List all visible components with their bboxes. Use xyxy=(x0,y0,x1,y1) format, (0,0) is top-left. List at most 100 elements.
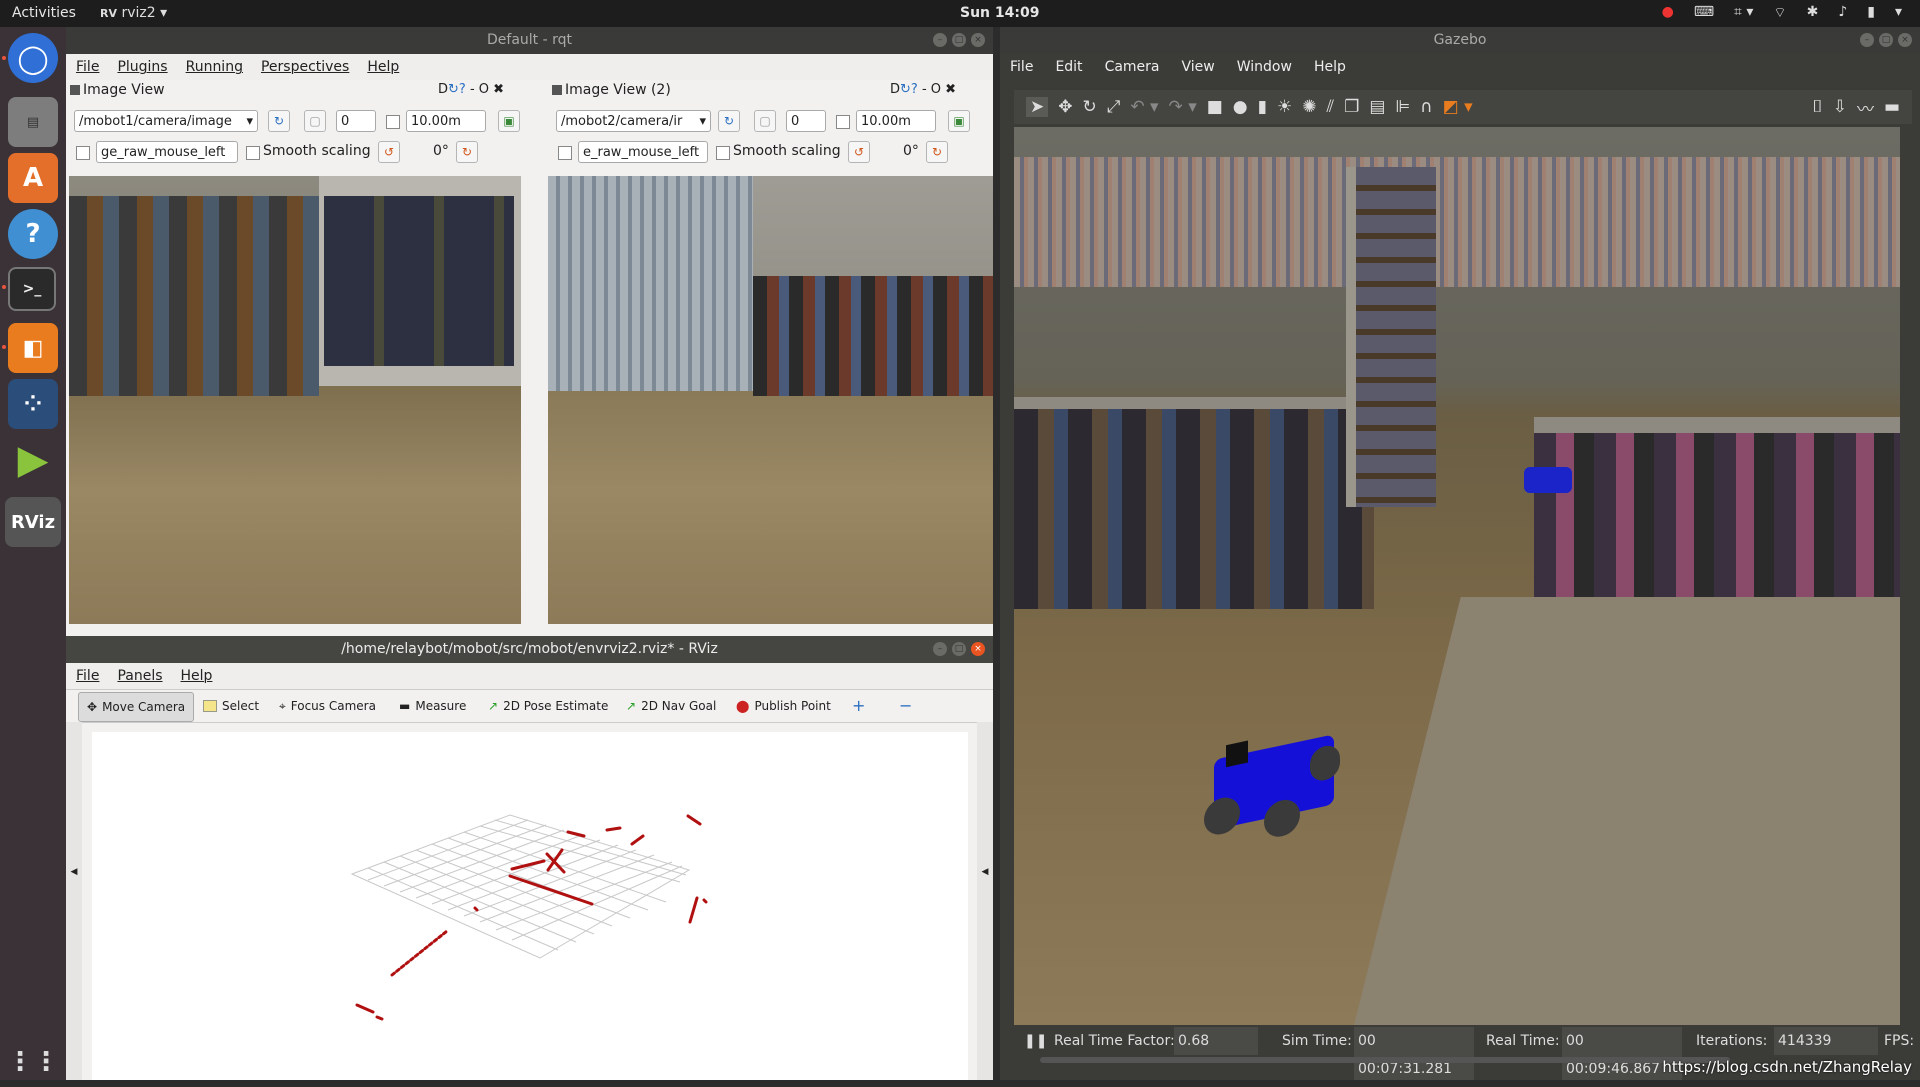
rviz-icon[interactable]: RViz xyxy=(5,497,61,547)
rviz-titlebar[interactable]: /home/relaybot/mobot/src/mobot/envrviz2.… xyxy=(66,636,993,663)
options-icon[interactable]: - O xyxy=(470,82,489,97)
rotate-left-button[interactable]: ↺ xyxy=(378,141,400,163)
range-field[interactable]: 10.00m xyxy=(856,110,936,132)
topic-combo[interactable]: /mobot2/camera/ir ▾ xyxy=(556,110,711,132)
blender-icon[interactable]: ◧ xyxy=(8,323,58,373)
files-icon[interactable]: ▤ xyxy=(8,97,58,147)
move-camera-tool[interactable]: ✥ Move Camera xyxy=(78,692,195,722)
menu-help[interactable]: Help xyxy=(367,54,399,80)
remove-tool-button[interactable]: − xyxy=(899,692,912,720)
maximize-button[interactable]: □ xyxy=(952,33,966,47)
copy-icon[interactable]: ❐ xyxy=(1344,97,1359,117)
close-button[interactable]: × xyxy=(971,642,985,656)
power-menu-icon[interactable]: ▾ xyxy=(1895,4,1902,22)
redo-icon[interactable]: ↷ ▾ xyxy=(1169,97,1197,117)
gazebo-3d-scene[interactable] xyxy=(1014,127,1900,1025)
range-field[interactable]: 10.00m xyxy=(406,110,486,132)
apps-grid-icon[interactable]: ⁘ xyxy=(8,379,58,429)
publish-point-tool[interactable]: ⬤ Publish Point xyxy=(736,692,831,720)
help-icon[interactable]: ? xyxy=(911,82,918,97)
mouse-topic-field[interactable]: ge_raw_mouse_left xyxy=(96,141,238,163)
robot-mobot1[interactable] xyxy=(1204,734,1340,841)
app-menu[interactable]: RV rviz2 ▾ xyxy=(100,5,167,21)
minimize-button[interactable]: – xyxy=(1860,33,1874,47)
menu-perspectives[interactable]: Perspectives xyxy=(261,54,349,80)
number-field[interactable]: 0 xyxy=(786,110,826,132)
plot-icon[interactable]: 〰 xyxy=(1857,95,1874,120)
camera-image-2[interactable] xyxy=(548,176,993,624)
keyboard-icon[interactable]: ⌨ xyxy=(1694,4,1714,22)
reload-icon[interactable]: ↻ xyxy=(448,82,459,97)
log-icon[interactable]: ⇩ xyxy=(1833,97,1847,117)
rotate-icon[interactable]: ↻ xyxy=(1083,97,1097,117)
zoom-button[interactable]: ▢ xyxy=(754,110,776,132)
pose-estimate-tool[interactable]: ↗ 2D Pose Estimate xyxy=(488,692,608,720)
smooth-scaling-checkbox[interactable] xyxy=(716,146,730,160)
mouse-checkbox[interactable] xyxy=(558,146,572,160)
refresh-button[interactable]: ↻ xyxy=(268,110,290,132)
rotate-left-button[interactable]: ↺ xyxy=(848,141,870,163)
spot-light-icon[interactable]: ✺ xyxy=(1302,97,1316,117)
play-icon[interactable]: ▶ xyxy=(8,435,58,485)
cylinder-icon[interactable]: ▮ xyxy=(1258,97,1267,117)
chromium-icon[interactable]: ◯ xyxy=(8,33,58,83)
smooth-scaling-checkbox[interactable] xyxy=(246,146,260,160)
menu-camera[interactable]: Camera xyxy=(1105,54,1160,80)
range-checkbox[interactable] xyxy=(836,115,850,129)
battery-icon[interactable]: ▮ xyxy=(1867,4,1875,22)
help-icon[interactable]: ? xyxy=(459,82,466,97)
minimize-button[interactable]: – xyxy=(933,33,947,47)
record-icon[interactable]: ● xyxy=(1662,4,1674,22)
menu-running[interactable]: Running xyxy=(186,54,243,80)
measure-tool[interactable]: ▬ Measure xyxy=(399,692,466,720)
number-field[interactable]: 0 xyxy=(336,110,376,132)
rqt-titlebar[interactable]: Default - rqt – □ × xyxy=(66,27,993,54)
zoom-button[interactable]: ▢ xyxy=(304,110,326,132)
menu-file[interactable]: File xyxy=(76,663,99,689)
save-image-button[interactable]: ▣ xyxy=(948,110,970,132)
translate-icon[interactable]: ✥ xyxy=(1058,97,1072,117)
robot-mobot2[interactable] xyxy=(1524,467,1572,493)
panel-handle-icon[interactable] xyxy=(70,85,80,95)
menu-help[interactable]: Help xyxy=(1314,54,1346,80)
close-icon[interactable]: ✖ xyxy=(493,82,504,97)
mouse-checkbox[interactable] xyxy=(76,146,90,160)
scale-icon[interactable]: ⤢ xyxy=(1107,97,1121,117)
close-icon[interactable]: ✖ xyxy=(945,82,956,97)
nav-goal-tool[interactable]: ↗ 2D Nav Goal xyxy=(626,692,716,720)
paste-icon[interactable]: ▤ xyxy=(1369,97,1385,117)
system-tray[interactable]: ● ⌨ ⌗ ▾ ⌔ ✱ ♪ ▮ ▾ xyxy=(1662,4,1902,22)
dock-toggle[interactable]: D↻? - O ✖ xyxy=(438,82,504,97)
left-panel-toggle[interactable]: ◀ xyxy=(66,722,82,1080)
sphere-icon[interactable]: ● xyxy=(1233,97,1248,117)
add-tool-button[interactable]: + xyxy=(852,692,865,720)
close-button[interactable]: × xyxy=(1898,33,1912,47)
range-checkbox[interactable] xyxy=(386,115,400,129)
menu-file[interactable]: File xyxy=(1010,54,1033,80)
view-angle-icon[interactable]: ◩ ▾ xyxy=(1443,97,1473,117)
topic-combo[interactable]: /mobot1/camera/image ▾ xyxy=(74,110,258,132)
snap-icon[interactable]: ∩ xyxy=(1420,97,1432,117)
maximize-button[interactable]: □ xyxy=(952,642,966,656)
input-method-icon[interactable]: ⌗ ▾ xyxy=(1734,4,1753,22)
box-icon[interactable]: ■ xyxy=(1207,97,1223,117)
menu-window[interactable]: Window xyxy=(1237,54,1292,80)
menu-panels[interactable]: Panels xyxy=(117,663,162,689)
refresh-button[interactable]: ↻ xyxy=(718,110,740,132)
menu-edit[interactable]: Edit xyxy=(1055,54,1082,80)
menu-help[interactable]: Help xyxy=(181,663,213,689)
menu-file[interactable]: File xyxy=(76,54,99,80)
align-icon[interactable]: ⊫ xyxy=(1395,97,1410,117)
focus-camera-tool[interactable]: ⌖ Focus Camera xyxy=(279,692,376,720)
rotate-right-button[interactable]: ↻ xyxy=(926,141,948,163)
activities-button[interactable]: Activities xyxy=(12,5,76,21)
terminal-icon[interactable]: >_ xyxy=(8,267,56,311)
undo-icon[interactable]: ↶ ▾ xyxy=(1130,97,1158,117)
directional-light-icon[interactable]: ⫽ xyxy=(1327,97,1335,117)
right-panel-toggle[interactable]: ◀ xyxy=(977,722,993,1080)
rviz-3d-view[interactable] xyxy=(92,732,968,1080)
video-icon[interactable]: ▬ xyxy=(1884,97,1900,117)
dock-toggle[interactable]: D↻? - O ✖ xyxy=(890,82,956,97)
close-button[interactable]: × xyxy=(971,33,985,47)
wifi-icon[interactable]: ⌔ xyxy=(1773,4,1786,22)
